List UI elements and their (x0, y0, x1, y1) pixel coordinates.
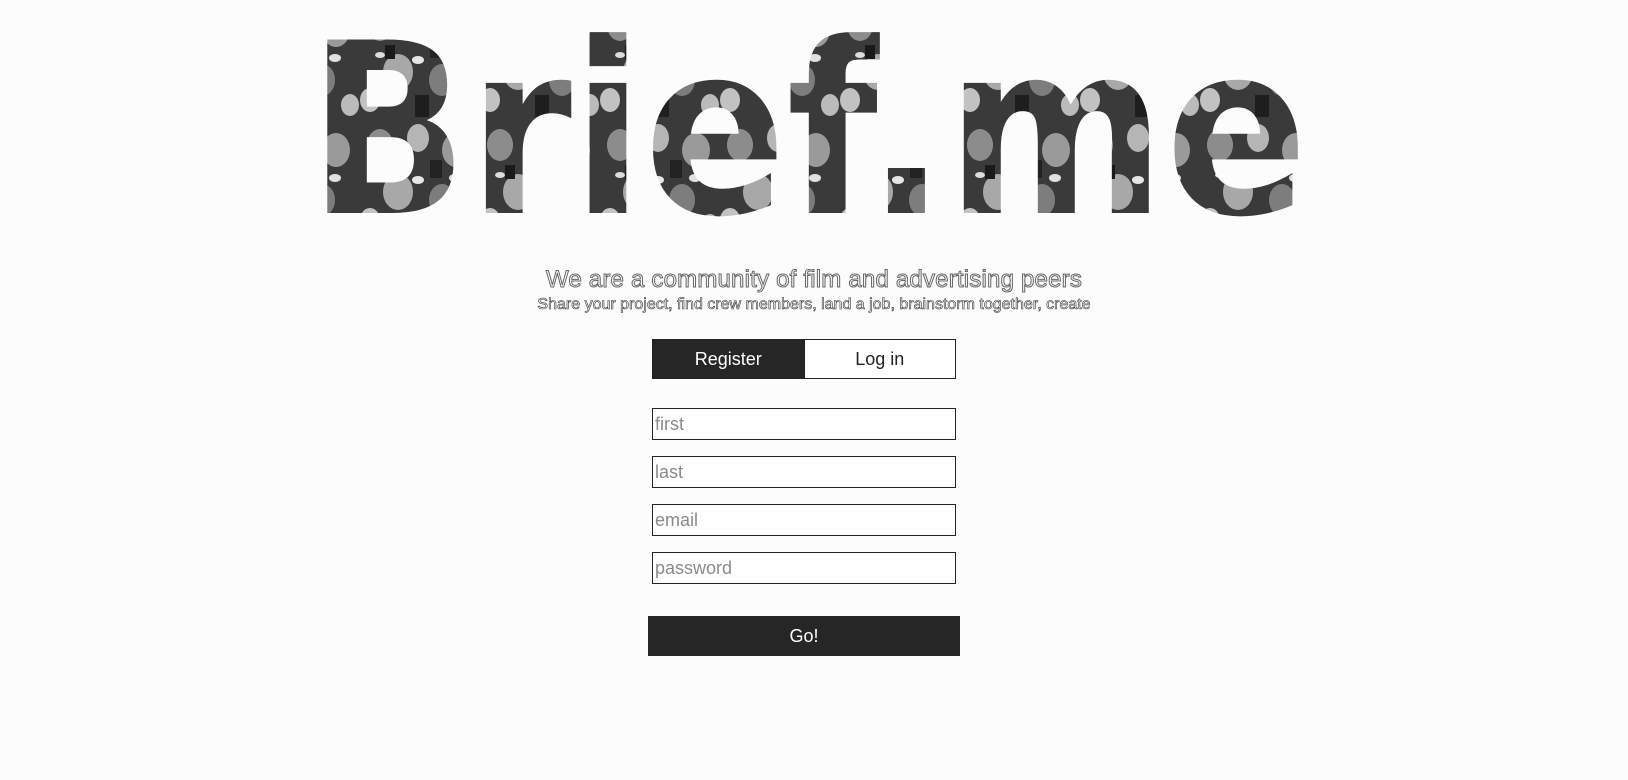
tab-register[interactable]: Register (653, 340, 804, 378)
logo-wordmark: Brief.me (308, 0, 1308, 230)
last-name-input[interactable] (652, 456, 956, 488)
hero-subtagline: Share your project, find crew members, l… (537, 296, 1091, 314)
tab-login[interactable]: Log in (803, 340, 955, 378)
email-input[interactable] (652, 504, 956, 536)
first-name-input[interactable] (652, 408, 956, 440)
brand-logo: Brief.me (0, 0, 1628, 230)
submit-button[interactable]: Go! (648, 616, 960, 656)
logo-svg: Brief.me (308, 0, 1308, 230)
auth-tabs: Register Log in (652, 339, 956, 379)
hero-tagline: We are a community of film and advertisi… (545, 266, 1083, 294)
password-input[interactable] (652, 552, 956, 584)
